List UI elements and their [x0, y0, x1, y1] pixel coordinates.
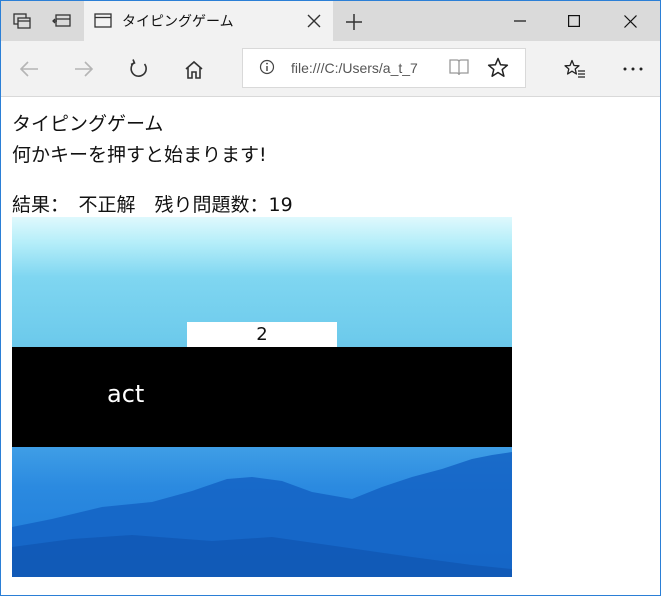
game-area[interactable]: 2 act	[12, 217, 512, 577]
navigation-bar: file:///C:/Users/a_t_7	[1, 41, 660, 97]
address-text[interactable]: file:///C:/Users/a_t_7	[291, 60, 441, 76]
browser-window: タイピングゲーム file:///C:/Users/a_t_7 タイピングゲーム…	[0, 0, 661, 596]
page-content: タイピングゲーム 何かキーを押すと始まります! 結果： 不正解 残り問題数：19…	[1, 97, 660, 595]
page-icon	[94, 13, 112, 32]
favorites-hub-icon[interactable]	[559, 53, 591, 85]
minimize-icon[interactable]	[493, 1, 547, 41]
tabs-aside-icon[interactable]	[9, 8, 35, 34]
refresh-icon[interactable]	[123, 53, 155, 85]
tab-preview-icon[interactable]	[49, 8, 75, 34]
active-tab[interactable]: タイピングゲーム	[84, 1, 333, 41]
info-icon[interactable]	[259, 59, 275, 79]
maximize-icon[interactable]	[547, 1, 601, 41]
question-counter-box: 2	[187, 322, 337, 347]
more-icon[interactable]	[617, 53, 649, 85]
result-text: 結果： 不正解 残り問題数：19	[12, 194, 293, 216]
back-icon[interactable]	[13, 53, 45, 85]
close-tab-icon[interactable]	[303, 10, 325, 32]
mountain-silhouette	[12, 452, 512, 577]
address-bar[interactable]: file:///C:/Users/a_t_7	[242, 48, 526, 88]
title-bar: タイピングゲーム	[1, 1, 660, 41]
tab-title: タイピングゲーム	[122, 14, 234, 30]
reading-view-icon[interactable]	[449, 58, 469, 80]
close-window-icon[interactable]	[603, 1, 657, 41]
page-heading: タイピングゲーム	[12, 113, 164, 135]
target-word: act	[107, 380, 145, 408]
word-band: act	[12, 347, 512, 447]
home-icon[interactable]	[178, 53, 210, 85]
forward-icon[interactable]	[68, 53, 100, 85]
instruction-text: 何かキーを押すと始まります!	[12, 144, 267, 166]
favorite-star-icon[interactable]	[487, 57, 509, 82]
new-tab-icon[interactable]	[341, 9, 367, 35]
